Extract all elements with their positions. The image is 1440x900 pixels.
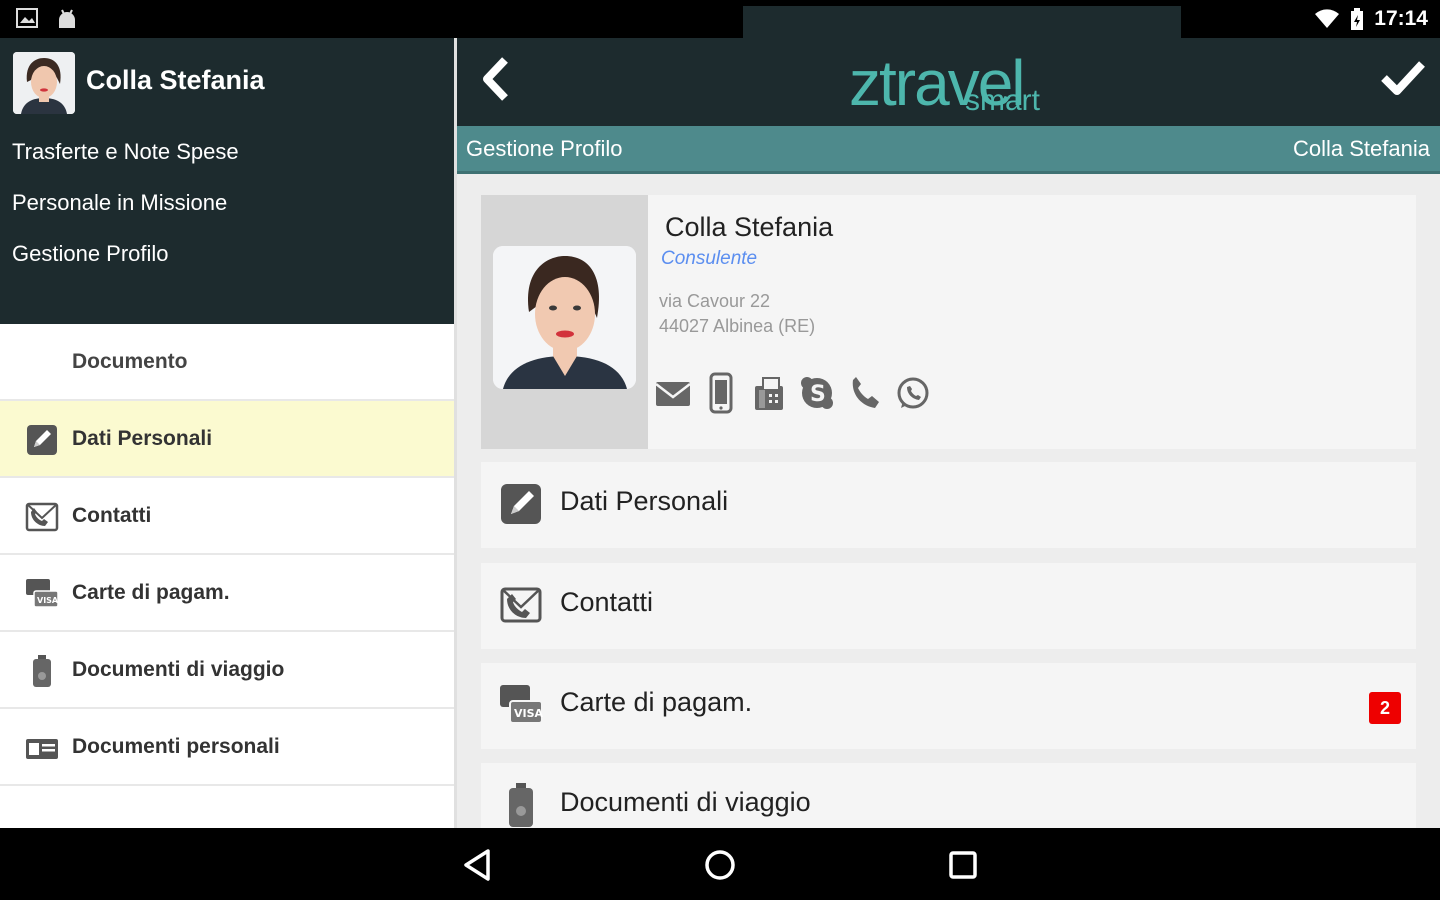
drawer-item-label: Dati Personali <box>72 426 213 450</box>
checkmark-icon[interactable] <box>1380 58 1426 98</box>
image-notification-icon <box>16 8 38 28</box>
edit-icon <box>27 425 57 455</box>
section-label: Dati Personali <box>560 486 729 516</box>
back-arrow-icon[interactable] <box>475 56 515 102</box>
drawer-menu: Trasferte e Note Spese Personale in Miss… <box>12 135 239 288</box>
drawer-item-label: Documento <box>72 349 188 373</box>
fax-icon[interactable] <box>751 372 787 414</box>
profile-card: Colla Stefania Consulente via Cavour 22 … <box>481 195 1416 449</box>
skype-icon[interactable]: S <box>799 372 835 414</box>
logo-sub-text: smart <box>965 84 1040 117</box>
menu-item-trasferte[interactable]: Trasferte e Note Spese <box>12 135 239 186</box>
luggage-icon <box>33 655 51 687</box>
app-logo: ztravel smart <box>743 6 1181 126</box>
section-dati-personali[interactable]: Dati Personali <box>481 462 1416 548</box>
page-subtitle-bar: Gestione Profilo Colla Stefania <box>457 126 1440 174</box>
top-app-bar: ztravel smart <box>457 6 1440 126</box>
section-label: Contatti <box>560 587 654 617</box>
status-bar: 17:14 <box>0 0 1440 38</box>
drawer-item-documento[interactable]: Documento <box>0 324 454 401</box>
profile-address-line1: via Cavour 22 <box>659 291 771 311</box>
count-badge: 2 <box>1369 692 1401 724</box>
svg-text:S: S <box>810 382 826 407</box>
profile-photo-frame <box>481 195 648 449</box>
drawer-user-name: Colla Stefania <box>86 65 265 95</box>
status-notifications <box>16 8 78 30</box>
profile-address-line2: 44027 Albinea (RE) <box>659 316 816 336</box>
section-carte-pagamento[interactable]: VISA Carte di pagam. 2 <box>481 663 1416 749</box>
section-label: Carte di pagam. <box>560 687 753 717</box>
luggage-icon <box>509 783 533 827</box>
payment-card-icon: VISA <box>26 579 59 608</box>
profile-photo[interactable] <box>493 246 636 389</box>
drawer-item-documenti-personali[interactable]: Documenti personali <box>0 709 454 786</box>
navigation-drawer: Colla Stefania Trasferte e Note Spese Pe… <box>0 38 457 828</box>
contacts-icon <box>25 502 59 532</box>
nav-recents-icon[interactable] <box>943 845 983 885</box>
system-navigation-bar <box>0 828 1440 900</box>
main-panel: ztravel smart Gestione Profilo Colla Ste… <box>457 6 1440 828</box>
avatar[interactable] <box>13 52 75 114</box>
android-notification-icon <box>59 9 75 28</box>
phone-icon[interactable] <box>847 372 883 414</box>
drawer-header: Colla Stefania Trasferte e Note Spese Pe… <box>0 38 454 324</box>
drawer-item-dati-personali[interactable]: Dati Personali <box>0 401 454 478</box>
drawer-item-documenti-viaggio[interactable]: Documenti di viaggio <box>0 632 454 709</box>
page-title: Gestione Profilo <box>466 136 623 161</box>
section-label: Documenti di viaggio <box>560 787 811 817</box>
status-system: 17:14 <box>1314 7 1428 31</box>
edit-icon <box>501 484 541 524</box>
battery-icon <box>1351 8 1364 30</box>
drawer-item-contatti[interactable]: Contatti <box>0 478 454 555</box>
payment-card-icon: VISA <box>500 685 543 724</box>
nav-home-icon[interactable] <box>700 845 740 885</box>
nav-back-icon[interactable] <box>458 845 498 885</box>
id-card-icon <box>26 739 58 759</box>
whatsapp-icon[interactable] <box>895 372 931 414</box>
menu-item-personale-missione[interactable]: Personale in Missione <box>12 186 239 237</box>
svg-text:VISA: VISA <box>514 707 543 720</box>
menu-item-gestione-profilo[interactable]: Gestione Profilo <box>12 237 239 288</box>
wifi-icon <box>1315 9 1340 28</box>
profile-name: Colla Stefania <box>665 212 834 242</box>
svg-text:VISA: VISA <box>37 596 59 605</box>
drawer-item-label: Documenti personali <box>72 734 280 758</box>
drawer-item-carte-pagamento[interactable]: VISA Carte di pagam. <box>0 555 454 632</box>
drawer-list: Documento Dati Personali Contatti VISA C… <box>0 324 454 786</box>
contacts-icon <box>500 587 542 623</box>
drawer-item-label: Contatti <box>72 503 152 527</box>
page-user-name: Colla Stefania <box>1293 136 1430 161</box>
section-contatti[interactable]: Contatti <box>481 563 1416 649</box>
status-time: 17:14 <box>1374 7 1428 30</box>
contact-actions: S <box>655 372 931 414</box>
mobile-icon[interactable] <box>703 372 739 414</box>
drawer-item-label: Carte di pagam. <box>72 580 230 604</box>
drawer-item-label: Documenti di viaggio <box>72 657 285 681</box>
mail-icon[interactable] <box>655 372 691 414</box>
section-documenti-viaggio[interactable]: Documenti di viaggio <box>481 763 1416 828</box>
profile-role: Consulente <box>661 248 758 269</box>
